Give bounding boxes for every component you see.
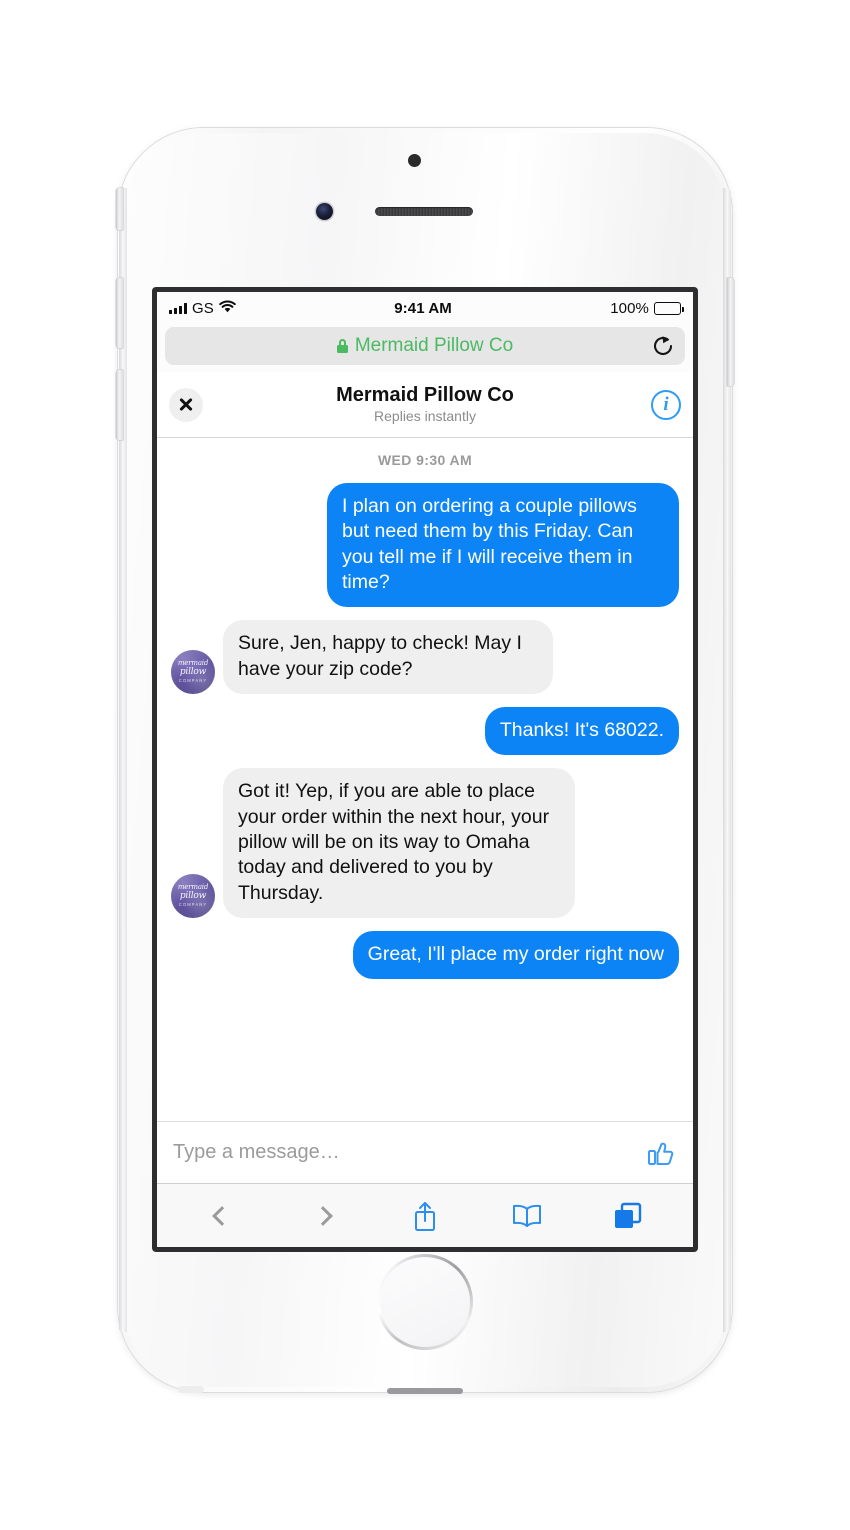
url-label: Mermaid Pillow Co	[354, 335, 514, 356]
volume-down-button[interactable]	[116, 370, 123, 440]
silent-switch[interactable]	[116, 188, 123, 230]
message-input[interactable]	[173, 1141, 635, 1164]
browser-url-bar[interactable]: Mermaid Pillow Co	[165, 327, 685, 365]
bottom-edge-notch	[178, 1386, 204, 1393]
message-row: Great, I'll place my order right now	[171, 931, 679, 980]
tabs-icon[interactable]	[606, 1194, 650, 1238]
phone-screen: GS 9:41 AM 100% Mermaid Pillow Co Mermai…	[157, 292, 693, 1247]
close-button[interactable]	[169, 387, 203, 422]
chevron-left-icon[interactable]	[200, 1194, 244, 1238]
avatar-line-2: pillow	[179, 891, 207, 902]
conversation-title-group: Mermaid Pillow Co Replies instantly	[157, 384, 693, 425]
message-row: mermaid pillow COMPANY Sure, Jen, happy …	[171, 620, 679, 695]
message-bubble-outgoing[interactable]: Thanks! It's 68022.	[484, 707, 679, 756]
share-icon[interactable]	[403, 1194, 447, 1238]
avatar: mermaid pillow COMPANY	[171, 874, 215, 919]
message-bubble-incoming[interactable]: Got it! Yep, if you are able to place yo…	[223, 768, 575, 919]
bottom-speaker-grill	[387, 1388, 463, 1394]
reload-icon[interactable]	[651, 334, 675, 358]
screenshot-stage: GS 9:41 AM 100% Mermaid Pillow Co Mermai…	[0, 0, 850, 1530]
message-row: Thanks! It's 68022.	[171, 707, 679, 756]
volume-up-button[interactable]	[116, 278, 123, 348]
battery-full-icon	[654, 301, 684, 315]
earpiece-speaker-icon	[375, 207, 473, 216]
message-row: I plan on ordering a couple pillows but …	[171, 483, 679, 608]
url-text-group: Mermaid Pillow Co	[336, 335, 514, 357]
status-bar: GS 9:41 AM 100%	[157, 292, 693, 324]
status-bar-right: 100%	[610, 299, 684, 317]
home-button-face	[380, 1257, 470, 1347]
screen-bezel: GS 9:41 AM 100% Mermaid Pillow Co Mermai…	[152, 287, 698, 1252]
conversation-subtitle: Replies instantly	[374, 407, 476, 424]
signal-bars-icon	[169, 302, 187, 314]
message-bubble-outgoing[interactable]: I plan on ordering a couple pillows but …	[327, 483, 679, 608]
close-icon	[178, 397, 194, 413]
battery-percent-label: 100%	[610, 299, 649, 317]
carrier-label: GS	[192, 299, 214, 317]
info-icon[interactable]: i	[651, 389, 681, 420]
thumbs-up-icon[interactable]	[645, 1137, 677, 1169]
conversation-header: Mermaid Pillow Co Replies instantly i	[157, 372, 693, 438]
message-bubble-outgoing[interactable]: Great, I'll place my order right now	[352, 931, 679, 980]
wifi-icon	[219, 299, 236, 317]
browser-url-bar-container: Mermaid Pillow Co	[157, 324, 693, 372]
avatar: mermaid pillow COMPANY	[171, 650, 215, 695]
message-composer	[157, 1121, 693, 1183]
avatar-line-1: mermaid	[177, 659, 209, 667]
avatar-line-1: mermaid	[177, 883, 209, 892]
message-bubble-incoming[interactable]: Sure, Jen, happy to check! May I have yo…	[223, 620, 553, 695]
lock-icon	[336, 339, 348, 353]
front-camera-icon	[316, 203, 333, 220]
status-bar-time: 9:41 AM	[394, 299, 452, 317]
browser-toolbar	[157, 1183, 693, 1247]
home-button[interactable]	[377, 1254, 473, 1350]
book-icon[interactable]	[505, 1194, 549, 1238]
thread-timestamp: WED 9:30 AM	[377, 452, 473, 468]
message-row: mermaid pillow COMPANY Got it! Yep, if y…	[171, 768, 679, 919]
page-title: Mermaid Pillow Co	[336, 383, 514, 406]
message-thread: WED 9:30 AM I plan on ordering a couple …	[157, 438, 693, 1121]
proximity-sensor-icon	[408, 154, 421, 167]
avatar-line-2: pillow	[179, 667, 207, 677]
status-bar-left: GS	[169, 300, 236, 317]
avatar-line-3: COMPANY	[178, 902, 208, 908]
power-button[interactable]	[727, 278, 734, 386]
phone-left-edge	[119, 188, 127, 1332]
avatar-line-3: COMPANY	[178, 678, 208, 684]
chevron-right-icon[interactable]	[301, 1194, 345, 1238]
